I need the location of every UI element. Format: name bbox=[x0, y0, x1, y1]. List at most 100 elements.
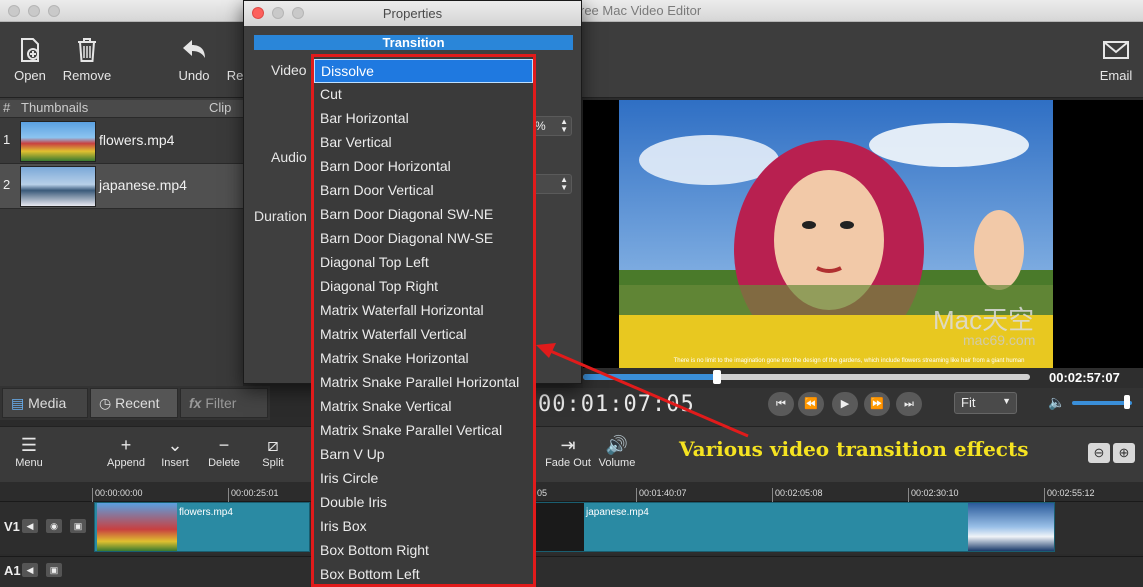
duration-label: Duration bbox=[254, 208, 307, 224]
append-label: Append bbox=[107, 457, 145, 469]
close-window-button[interactable] bbox=[8, 5, 20, 17]
stepper-arrows-icon[interactable]: ▲ ▼ bbox=[560, 176, 568, 192]
play-icon[interactable]: ▶ bbox=[832, 392, 858, 416]
transition-option[interactable]: Iris Circle bbox=[314, 467, 533, 491]
transition-option[interactable]: Barn Door Horizontal bbox=[314, 155, 533, 179]
fit-value: Fit bbox=[961, 395, 976, 410]
delete-button[interactable]: − Delete bbox=[204, 435, 244, 469]
lock-icon[interactable]: ▣ bbox=[46, 563, 62, 577]
transition-option[interactable]: Barn Door Diagonal SW-NE bbox=[314, 203, 533, 227]
eye-icon[interactable]: ◉ bbox=[46, 519, 62, 533]
transition-option[interactable]: Box Bottom Right bbox=[314, 539, 533, 563]
skip-start-icon[interactable]: ⏮ bbox=[768, 392, 794, 416]
window-title: ree Mac Video Editor bbox=[580, 3, 702, 18]
open-file-icon bbox=[16, 36, 44, 64]
zoom-out-icon[interactable]: ⊖ bbox=[1088, 443, 1110, 463]
film-icon: ▤ bbox=[11, 395, 29, 411]
annotation-text: Various video transition effects bbox=[679, 437, 1029, 461]
rewind-icon[interactable]: ⏪ bbox=[798, 392, 824, 416]
volume-button[interactable]: 🔊 Volume bbox=[596, 435, 638, 469]
ruler-tick: 00:01:40:07 bbox=[636, 488, 687, 502]
minimize-dialog-button[interactable] bbox=[272, 7, 284, 19]
transition-option[interactable]: Barn Door Diagonal NW-SE bbox=[314, 227, 533, 251]
speaker-icon[interactable]: ◀ bbox=[22, 563, 38, 577]
clip-list-item[interactable]: 2 japanese.mp4 bbox=[0, 164, 243, 209]
fast-forward-icon[interactable]: ⏩ bbox=[864, 392, 890, 416]
clip-name: flowers.mp4 bbox=[179, 507, 233, 518]
transition-option[interactable]: Cut bbox=[314, 83, 533, 107]
transition-dropdown-list[interactable]: Dissolve Cut Bar Horizontal Bar Vertical… bbox=[311, 54, 536, 587]
undo-label: Undo bbox=[178, 68, 210, 83]
stepper-arrows-icon[interactable]: ▲ ▼ bbox=[560, 118, 568, 134]
transition-option[interactable]: Iris Box bbox=[314, 515, 533, 539]
insert-button[interactable]: ⌄ Insert bbox=[156, 435, 194, 469]
email-button[interactable]: Email bbox=[1096, 36, 1136, 83]
zoom-fit-select[interactable]: Fit ▼ bbox=[954, 392, 1017, 414]
tab-media[interactable]: ▤ Media bbox=[2, 388, 88, 418]
lock-icon[interactable]: ▣ bbox=[70, 519, 86, 533]
header-number: # bbox=[3, 100, 11, 115]
transition-option[interactable]: Matrix Snake Parallel Horizontal bbox=[314, 371, 533, 395]
timeline-clip[interactable]: japanese.mp4 bbox=[535, 502, 1055, 552]
minimize-window-button[interactable] bbox=[28, 5, 40, 17]
fade-out-button[interactable]: ⇥ Fade Out bbox=[543, 435, 593, 469]
timeline-ruler[interactable]: 00:00:00:00 00:00:25:01 05 00:01:40:07 0… bbox=[0, 482, 1143, 502]
close-dialog-button[interactable] bbox=[252, 7, 264, 19]
clip-thumbnail bbox=[968, 503, 1054, 551]
redo-button[interactable]: Re bbox=[226, 36, 244, 83]
transition-option[interactable]: Matrix Snake Parallel Vertical bbox=[314, 419, 533, 443]
transition-section-header: Transition bbox=[254, 35, 573, 50]
volume-slider[interactable] bbox=[1072, 401, 1132, 405]
zoom-window-button[interactable] bbox=[48, 5, 60, 17]
zoom-dialog-button[interactable] bbox=[292, 7, 304, 19]
playback-scrubber[interactable]: 00:02:57:07 bbox=[583, 368, 1143, 388]
transition-option[interactable]: Matrix Waterfall Horizontal bbox=[314, 299, 533, 323]
flowers-thumbnail bbox=[20, 121, 96, 162]
zoom-in-icon[interactable]: ⊕ bbox=[1113, 443, 1135, 463]
transition-option[interactable]: Matrix Snake Horizontal bbox=[314, 347, 533, 371]
append-button[interactable]: + Append bbox=[104, 435, 148, 469]
menu-button[interactable]: ☰ Menu bbox=[12, 435, 46, 469]
transition-option[interactable]: Bar Horizontal bbox=[314, 107, 533, 131]
clock-icon: ◷ bbox=[99, 395, 116, 411]
transition-option[interactable]: Matrix Snake Vertical bbox=[314, 395, 533, 419]
speaker-icon[interactable]: 🔈 bbox=[1048, 394, 1065, 411]
properties-title: Properties bbox=[382, 6, 443, 21]
skip-end-icon[interactable]: ⏭ bbox=[896, 392, 922, 416]
transition-option[interactable]: Box Bottom Left bbox=[314, 563, 533, 587]
video-preview[interactable]: There is no limit to the imagination gon… bbox=[583, 100, 1143, 368]
speaker-icon[interactable]: ◀ bbox=[22, 519, 38, 533]
transition-option[interactable]: Diagonal Top Right bbox=[314, 275, 533, 299]
timeline-clip[interactable]: flowers.mp4 bbox=[94, 502, 310, 552]
trash-icon bbox=[73, 36, 101, 64]
delete-label: Delete bbox=[208, 457, 240, 469]
remove-button[interactable]: Remove bbox=[60, 36, 114, 83]
split-button[interactable]: ⧄ Split bbox=[258, 435, 288, 469]
media-tabs: ▤ Media ◷ Recent fx Filter bbox=[0, 386, 270, 420]
volume-handle[interactable] bbox=[1124, 395, 1130, 409]
open-label: Open bbox=[14, 68, 46, 83]
transition-option[interactable]: Bar Vertical bbox=[314, 131, 533, 155]
fx-icon: fx bbox=[189, 395, 206, 411]
current-timecode[interactable]: 00:01:07:05 bbox=[538, 392, 695, 417]
insert-label: Insert bbox=[161, 457, 189, 469]
transition-option[interactable]: Diagonal Top Left bbox=[314, 251, 533, 275]
header-thumbnails[interactable]: Thumbnails bbox=[21, 100, 88, 115]
fade-out-label: Fade Out bbox=[545, 457, 591, 469]
clip-list-item[interactable]: 1 flowers.mp4 bbox=[0, 119, 243, 164]
transition-option[interactable]: Dissolve bbox=[314, 59, 533, 83]
header-clip[interactable]: Clip bbox=[209, 100, 231, 115]
transition-option[interactable]: Barn V Up bbox=[314, 443, 533, 467]
open-button[interactable]: Open bbox=[12, 36, 48, 83]
tab-recent[interactable]: ◷ Recent bbox=[90, 388, 178, 418]
scrubber-handle[interactable] bbox=[713, 370, 721, 384]
video-track: V1 ◀ ◉ ▣ flowers.mp4 japanese.mp4 bbox=[0, 502, 1143, 554]
properties-titlebar: Properties bbox=[244, 1, 581, 26]
transition-option[interactable]: Barn Door Vertical bbox=[314, 179, 533, 203]
transition-option[interactable]: Double Iris bbox=[314, 491, 533, 515]
clip-list-header: # Thumbnails Clip bbox=[0, 100, 243, 118]
undo-button[interactable]: Undo bbox=[174, 36, 214, 83]
envelope-icon bbox=[1102, 36, 1130, 64]
transition-option[interactable]: Matrix Waterfall Vertical bbox=[314, 323, 533, 347]
tab-filter[interactable]: fx Filter bbox=[180, 388, 268, 418]
